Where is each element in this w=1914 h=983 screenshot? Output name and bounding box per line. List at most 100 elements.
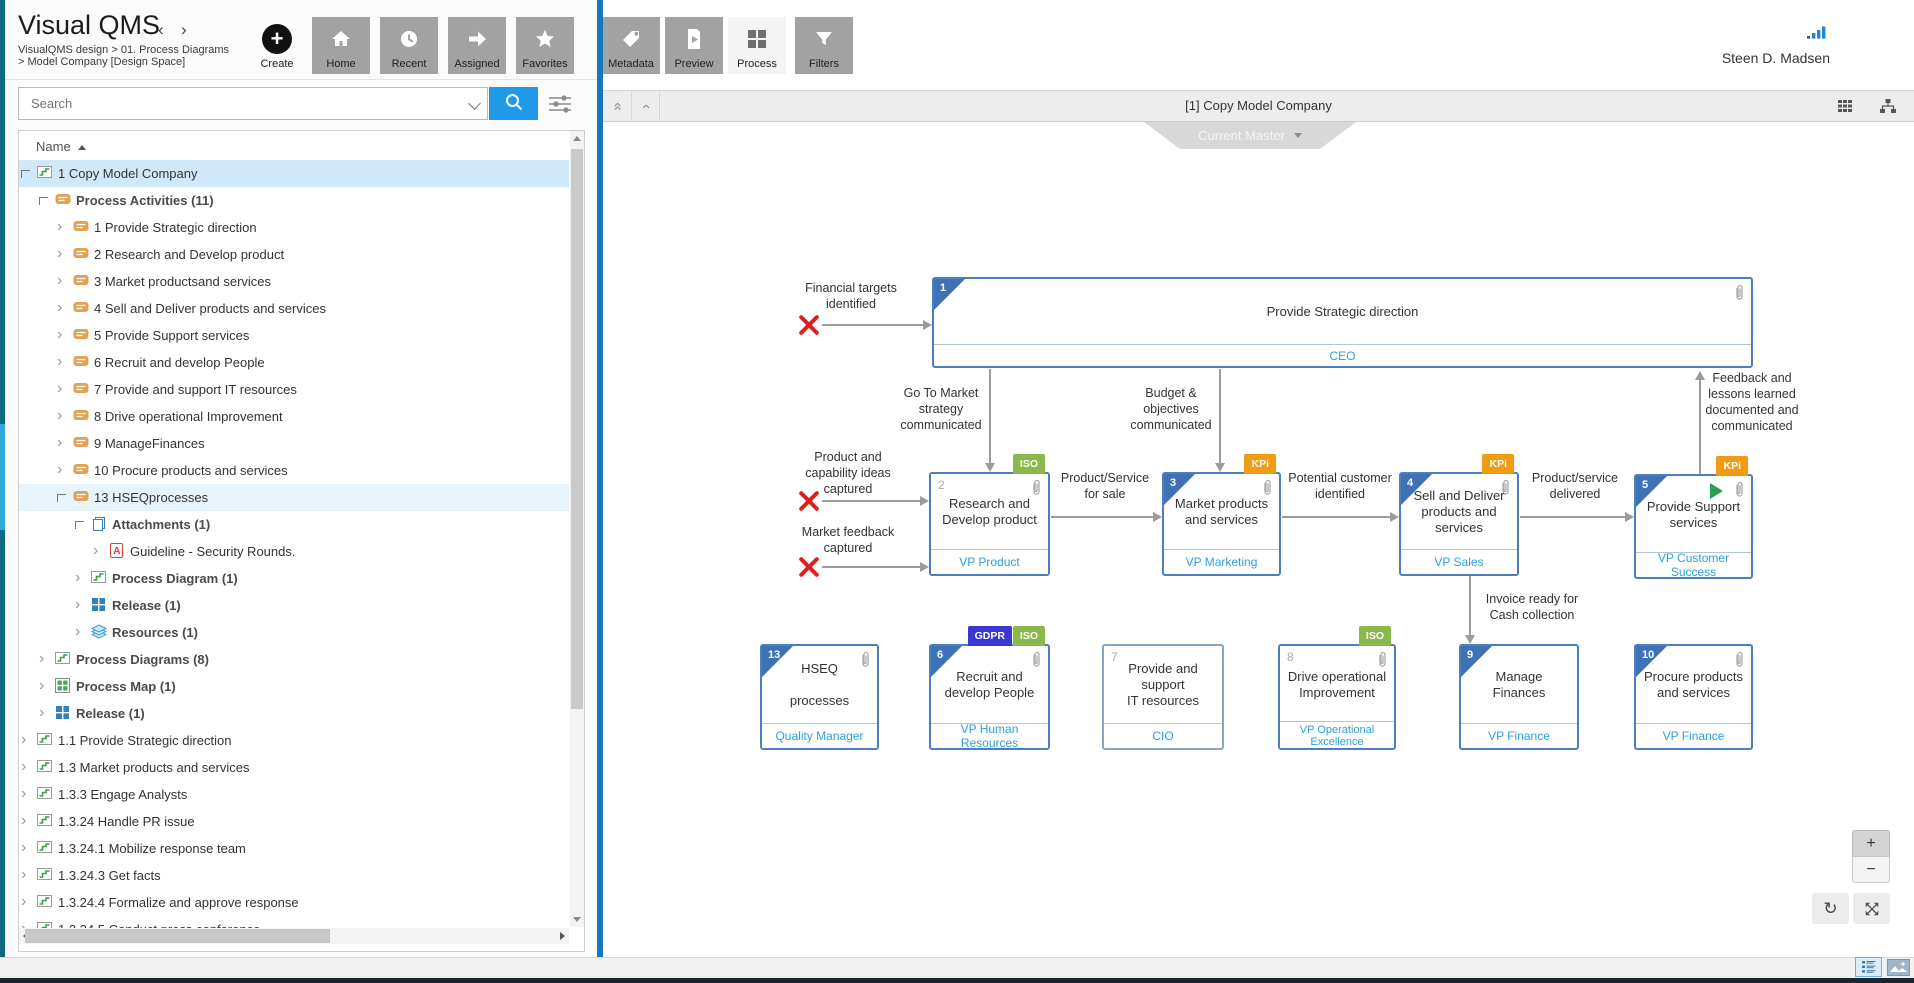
tree-expand-icon[interactable]: ›: [57, 325, 62, 345]
tree-row[interactable]: ›Process Diagram (1): [19, 565, 569, 592]
home-button[interactable]: Home: [312, 17, 370, 74]
scroll-right-icon[interactable]: [560, 932, 565, 940]
process-title: HSEQ processes: [764, 646, 875, 724]
process-button[interactable]: Process: [728, 17, 786, 74]
tree-expand-icon[interactable]: ›: [57, 406, 62, 426]
tree-row[interactable]: ›Process Map (1): [19, 673, 569, 700]
tree-expand-icon[interactable]: ›: [57, 460, 62, 480]
tree-expand-icon[interactable]: ›: [39, 676, 44, 696]
tree-expand-icon[interactable]: ›: [57, 217, 62, 237]
create-button[interactable]: + Create: [248, 17, 306, 74]
tree-expand-icon[interactable]: ›: [21, 865, 26, 885]
connector-line: [1282, 516, 1391, 518]
tree-expand-icon[interactable]: ›: [57, 433, 62, 453]
tree-collapse-icon[interactable]: [57, 494, 66, 502]
tree-row[interactable]: ›9 ManageFinances: [19, 430, 569, 457]
tree-row[interactable]: ›1 Provide Strategic direction: [19, 214, 569, 241]
tree-row[interactable]: ›Release (1): [19, 700, 569, 727]
tree-column-header[interactable]: Name: [36, 139, 71, 154]
nav-back-icon[interactable]: ‹: [158, 20, 164, 40]
tree-expand-icon[interactable]: ›: [57, 379, 62, 399]
tree-row[interactable]: 1 Copy Model Company: [19, 160, 569, 187]
user-name[interactable]: Steen D. Madsen: [1590, 50, 1830, 66]
hierarchy-view-icon[interactable]: [1879, 98, 1897, 119]
tree-expand-icon[interactable]: ›: [75, 595, 80, 615]
process-box-6[interactable]: 6GDPRISORecruit and develop PeopleVP Hum…: [929, 644, 1050, 750]
tree-expand-icon[interactable]: ›: [93, 541, 98, 561]
zoom-out-button[interactable]: −: [1852, 856, 1890, 883]
tree-row[interactable]: ›5 Provide Support services: [19, 322, 569, 349]
tree-collapse-icon[interactable]: [75, 521, 84, 529]
nav-forward-icon[interactable]: ›: [181, 20, 187, 40]
metadata-button[interactable]: Metadata: [602, 17, 660, 74]
activity-icon: [73, 381, 89, 397]
assigned-button[interactable]: Assigned: [448, 17, 506, 74]
process-box-10[interactable]: 10Procure products and servicesVP Financ…: [1634, 644, 1753, 750]
tree-expand-icon[interactable]: ›: [21, 892, 26, 912]
grid-view-icon[interactable]: [1837, 98, 1853, 119]
tree-expand-icon[interactable]: ›: [57, 298, 62, 318]
scrollbar-thumb[interactable]: [25, 929, 330, 943]
tree-row[interactable]: Process Activities (11): [19, 187, 569, 214]
tree-row[interactable]: ›Process Diagrams (8): [19, 646, 569, 673]
tree-expand-icon[interactable]: ›: [21, 757, 26, 777]
arrowhead-icon: [1153, 512, 1162, 522]
tree-expand-icon[interactable]: ›: [21, 838, 26, 858]
tree-row[interactable]: ›8 Drive operational Improvement: [19, 403, 569, 430]
search-filters-icon[interactable]: [546, 90, 574, 123]
process-box-1[interactable]: 1Provide Strategic directionCEO: [932, 277, 1753, 368]
tree-expand-icon[interactable]: ›: [21, 730, 26, 750]
scroll-up-icon[interactable]: [573, 136, 581, 141]
refresh-button[interactable]: ↻: [1812, 893, 1849, 924]
tree-vertical-scrollbar[interactable]: [570, 131, 584, 927]
tree-expand-icon[interactable]: ›: [21, 811, 26, 831]
tree-collapse-icon[interactable]: [39, 197, 48, 205]
tree-row[interactable]: ›1.3.24.3 Get facts: [19, 862, 569, 889]
tree-row[interactable]: Attachments (1): [19, 511, 569, 538]
tree-row[interactable]: ›1.3.3 Engage Analysts: [19, 781, 569, 808]
tree-expand-icon[interactable]: ›: [57, 271, 62, 291]
tree-expand-icon[interactable]: ›: [57, 244, 62, 264]
list-view-toggle-icon[interactable]: [1855, 957, 1882, 977]
favorites-button[interactable]: Favorites: [516, 17, 574, 74]
tree-row[interactable]: ›10 Procure products and services: [19, 457, 569, 484]
tree-row[interactable]: ›1.3.24 Handle PR issue: [19, 808, 569, 835]
flow-label: Go To Market strategy communicated: [831, 385, 1051, 433]
tree-expand-icon[interactable]: ›: [21, 784, 26, 804]
tree-expand-icon[interactable]: ›: [75, 568, 80, 588]
tree-expand-icon[interactable]: ›: [75, 622, 80, 642]
tree-row[interactable]: ›2 Research and Develop product: [19, 241, 569, 268]
tree-row[interactable]: ›1.3 Market products and services: [19, 754, 569, 781]
tree-horizontal-scrollbar[interactable]: [19, 928, 569, 944]
tree-expand-icon[interactable]: ›: [39, 703, 44, 723]
tree-row[interactable]: ›Release (1): [19, 592, 569, 619]
preview-button[interactable]: Preview: [665, 17, 723, 74]
thumbnail-view-toggle-icon[interactable]: [1887, 959, 1910, 976]
zoom-in-button[interactable]: +: [1852, 830, 1890, 857]
tree-row[interactable]: ›4 Sell and Deliver products and service…: [19, 295, 569, 322]
tree-row[interactable]: ›AGuideline - Security Rounds.: [19, 538, 569, 565]
process-box-8[interactable]: 8ISODrive operational ImprovementVP Oper…: [1278, 644, 1396, 750]
tree-row[interactable]: ›6 Recruit and develop People: [19, 349, 569, 376]
tree-collapse-icon[interactable]: [21, 170, 30, 178]
recent-button[interactable]: Recent: [380, 17, 438, 74]
process-box-9[interactable]: 9Manage FinancesVP Finance: [1459, 644, 1579, 750]
search-input[interactable]: [18, 87, 488, 120]
tree-row[interactable]: ›Resources (1): [19, 619, 569, 646]
process-box-13[interactable]: 13HSEQ processesQuality Manager: [760, 644, 879, 750]
tree-row[interactable]: ›1.1 Provide Strategic direction: [19, 727, 569, 754]
tree-row[interactable]: ›7 Provide and support IT resources: [19, 376, 569, 403]
tree-expand-icon[interactable]: ›: [57, 352, 62, 372]
version-selector[interactable]: Current Master: [1144, 122, 1356, 149]
scroll-down-icon[interactable]: [573, 917, 581, 922]
tree-row[interactable]: ›3 Market productsand services: [19, 268, 569, 295]
scrollbar-thumb[interactable]: [571, 149, 583, 709]
fit-to-screen-button[interactable]: [1853, 893, 1890, 924]
tree-row[interactable]: 13 HSEQprocesses: [19, 484, 569, 511]
tree-row[interactable]: ›1.3.24.4 Formalize and approve response: [19, 889, 569, 916]
tree-expand-icon[interactable]: ›: [39, 649, 44, 669]
search-button[interactable]: [489, 87, 538, 120]
tree-row[interactable]: ›1.3.24.1 Mobilize response team: [19, 835, 569, 862]
filters-button[interactable]: Filters: [795, 17, 853, 74]
process-box-7[interactable]: 7Provide and support IT resourcesCIO: [1102, 644, 1224, 750]
